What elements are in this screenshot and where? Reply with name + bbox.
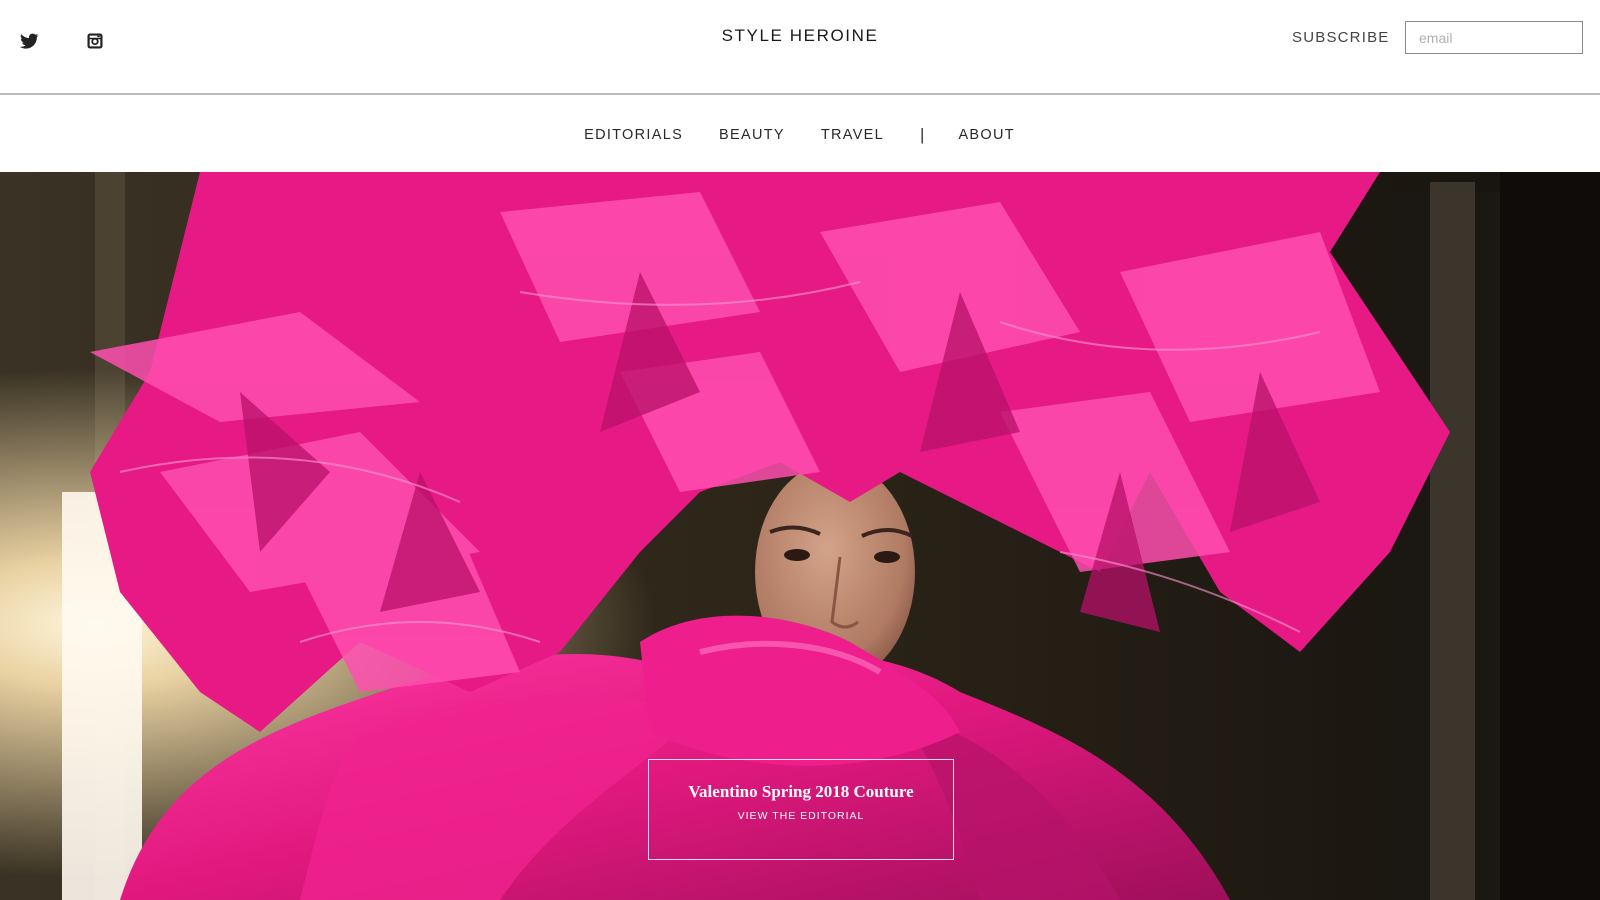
hero-title[interactable]: Valentino Spring 2018 Couture xyxy=(649,782,953,802)
hero-section: Valentino Spring 2018 Couture VIEW THE E… xyxy=(0,172,1600,900)
social-links xyxy=(18,30,106,52)
nav-separator: | xyxy=(920,124,925,144)
subscribe-label: SUBSCRIBE xyxy=(1292,29,1390,46)
main-nav: EDITORIALS BEAUTY TRAVEL | ABOUT xyxy=(0,97,1600,172)
view-editorial-link[interactable]: VIEW THE EDITORIAL xyxy=(649,810,953,822)
nav-item-travel[interactable]: TRAVEL xyxy=(821,127,884,143)
twitter-icon[interactable] xyxy=(18,30,40,52)
hero-cta-box[interactable]: Valentino Spring 2018 Couture VIEW THE E… xyxy=(648,759,954,860)
brand-link[interactable]: STYLE HEROINE xyxy=(722,26,879,45)
nav-item-beauty[interactable]: BEAUTY xyxy=(719,127,785,143)
nav-item-editorials[interactable]: EDITORIALS xyxy=(584,127,683,143)
nav-item-about[interactable]: ABOUT xyxy=(958,127,1014,143)
site-header: STYLE HEROINE SUBSCRIBE xyxy=(0,0,1600,95)
instagram-icon[interactable] xyxy=(84,30,106,52)
email-field[interactable] xyxy=(1405,21,1583,54)
